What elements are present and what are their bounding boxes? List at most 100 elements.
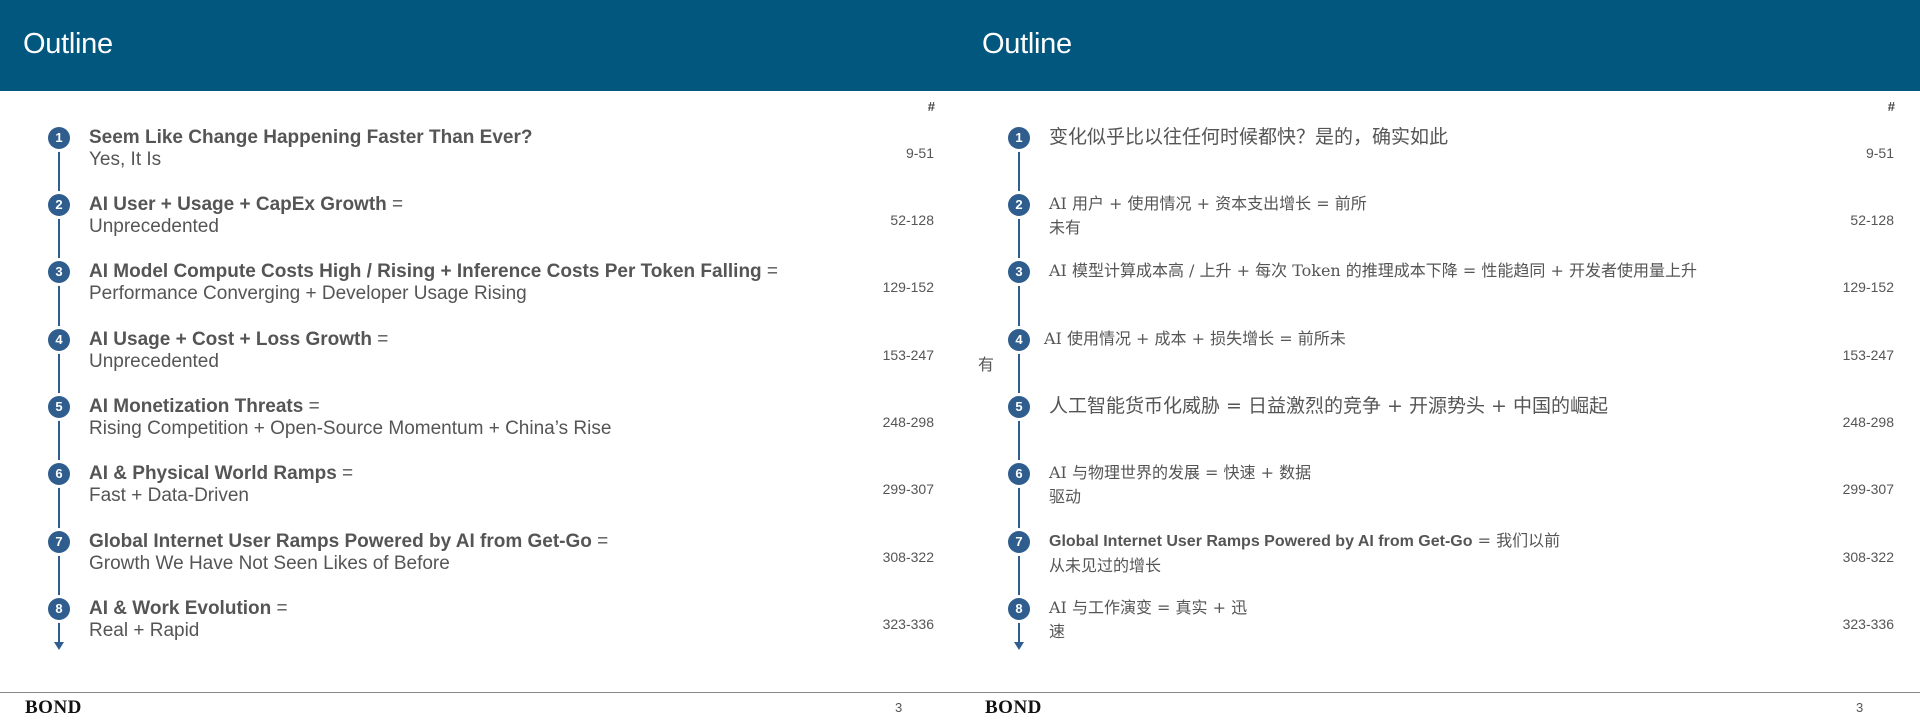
item-subheading: Fast + Data-Driven: [89, 485, 249, 506]
outline-item-8[interactable]: 8 AI & Work Evolution = Real + Rapid 323…: [0, 598, 960, 665]
item-subheading: Unprecedented: [89, 216, 219, 237]
item-subheading: Growth We Have Not Seen Likes of Before: [89, 553, 450, 574]
item-pages: 299-307: [1842, 481, 1894, 497]
item-subheading: Yes, It Is: [89, 149, 162, 170]
item-number-badge: 8: [48, 598, 70, 620]
outline-item-5[interactable]: 5 人工智能货币化威胁 = 日益激烈的竞争 + 开源势头 + 中国的崛起 248…: [960, 394, 1920, 463]
item-heading: Seem Like Change Happening Faster Than E…: [89, 127, 533, 148]
item-number-badge: 6: [1008, 463, 1030, 485]
footer-page-number: 3: [1856, 700, 1864, 715]
item-number-badge: 4: [48, 329, 70, 351]
outline-item-6[interactable]: 6 AI & Physical World Ramps = Fast + Dat…: [0, 463, 960, 530]
slide-title: Outline: [982, 28, 1072, 60]
outline-item-7[interactable]: 7 Global Internet User Ramps Powered by …: [0, 531, 960, 598]
item-number-badge: 1: [48, 127, 70, 149]
footer-divider: [960, 692, 1920, 693]
item-text: AI 与工作演变 = 真实 + 迅 速: [1049, 596, 1789, 644]
item-heading: AI & Work Evolution: [89, 598, 272, 619]
item-pages: 323-336: [882, 616, 934, 632]
item-subheading: 有: [978, 355, 995, 374]
item-pages: 129-152: [1842, 279, 1894, 295]
item-subheading: Rising Competition + Open-Source Momentu…: [89, 418, 612, 439]
footer-page-number: 3: [895, 700, 903, 715]
item-subheading: 未有: [1049, 218, 1082, 237]
item-text: AI User + Usage + CapEx Growth = Unprece…: [89, 194, 829, 238]
item-number-badge: 5: [1008, 396, 1030, 418]
outline-item-2[interactable]: 2 AI 用户 + 使用情况 + 资本支出增长 = 前所 未有 52-128: [960, 194, 1920, 261]
item-number-badge: 7: [1008, 531, 1030, 553]
outline-item-8[interactable]: 8 AI 与工作演变 = 真实 + 迅 速 323-336: [960, 598, 1920, 665]
item-heading: AI Usage + Cost + Loss Growth: [89, 329, 372, 350]
page-column-header: #: [927, 99, 935, 114]
item-number-badge: 7: [48, 531, 70, 553]
item-pages: 323-336: [1842, 616, 1894, 632]
item-pages: 308-322: [882, 549, 934, 565]
outline-item-3[interactable]: 3 AI 模型计算成本高 / 上升 + 每次 Token 的推理成本下降 = 性…: [960, 261, 1920, 328]
item-text: AI & Physical World Ramps = Fast + Data-…: [89, 463, 829, 507]
item-text: AI 与物理世界的发展 = 快速 + 数据 驱动: [1049, 461, 1789, 509]
slide-header: Outline: [960, 0, 1920, 91]
page-column-header: #: [1887, 99, 1895, 114]
footer-logo: BOND: [25, 697, 82, 718]
item-text: AI Model Compute Costs High / Rising + I…: [89, 261, 829, 305]
item-subheading: 从未见过的增长: [1049, 556, 1162, 575]
item-pages: 52-128: [1850, 212, 1894, 228]
item-number-badge: 2: [1008, 194, 1030, 216]
item-heading: AI 模型计算成本高 / 上升 + 每次 Token 的推理成本下降 = 性能趋…: [1049, 261, 1697, 280]
outline-item-3[interactable]: 3 AI Model Compute Costs High / Rising +…: [0, 261, 960, 328]
outline-item-4[interactable]: 4 AI Usage + Cost + Loss Growth = Unprec…: [0, 329, 960, 396]
outline-item-5[interactable]: 5 AI Monetization Threats = Rising Compe…: [0, 396, 960, 463]
item-heading: AI 用户 + 使用情况 + 资本支出增长 = 前所: [1049, 194, 1367, 213]
outline-item-1[interactable]: 1 变化似乎比以往任何时候都快？是的，确实如此 9-51: [960, 125, 1920, 194]
item-heading: AI 与工作演变 = 真实 + 迅: [1049, 598, 1248, 617]
item-subheading: 速: [1049, 622, 1066, 641]
item-heading: Global Internet User Ramps Powered by AI…: [1049, 533, 1473, 550]
item-pages: 9-51: [1865, 145, 1894, 161]
item-text: AI Monetization Threats = Rising Competi…: [89, 396, 829, 440]
slide-header: Outline: [0, 0, 960, 91]
item-number-badge: 2: [48, 194, 70, 216]
item-pages: 52-128: [890, 212, 934, 228]
outline-item-4[interactable]: 4 AI 使用情况 + 成本 + 损失增长 = 前所未 有 153-247: [960, 329, 1920, 396]
item-heading: Global Internet User Ramps Powered by AI…: [89, 531, 592, 552]
item-pages: 129-152: [882, 279, 934, 295]
item-text: 变化似乎比以往任何时候都快？是的，确实如此: [1049, 125, 1789, 149]
item-subheading: Real + Rapid: [89, 620, 200, 641]
outline-item-7[interactable]: 7 Global Internet User Ramps Powered by …: [960, 531, 1920, 598]
item-heading: AI & Physical World Ramps: [89, 463, 337, 484]
item-number-badge: 8: [1008, 598, 1030, 620]
slide-english: Outline # 1 Seem Like Change Happening F…: [0, 0, 960, 720]
item-number-badge: 3: [48, 261, 70, 283]
outline-item-2[interactable]: 2 AI User + Usage + CapEx Growth = Unpre…: [0, 194, 960, 261]
item-pages: 153-247: [882, 347, 934, 363]
item-heading: AI 与物理世界的发展 = 快速 + 数据: [1049, 463, 1312, 482]
outline-item-1[interactable]: 1 Seem Like Change Happening Faster Than…: [0, 127, 960, 194]
item-number-badge: 5: [48, 396, 70, 418]
item-subheading: Unprecedented: [89, 351, 219, 372]
item-number-badge: 6: [48, 463, 70, 485]
item-number-badge: 4: [1008, 329, 1030, 351]
item-heading: AI Model Compute Costs High / Rising + I…: [89, 261, 762, 282]
item-text: Global Internet User Ramps Powered by AI…: [1049, 529, 1789, 578]
item-number-badge: 1: [1008, 127, 1030, 149]
footer-divider: [0, 692, 960, 693]
item-pages: 248-298: [1842, 414, 1894, 430]
item-text: AI 使用情况 + 成本 + 损失增长 = 前所未: [1044, 327, 1784, 351]
outline-item-6[interactable]: 6 AI 与物理世界的发展 = 快速 + 数据 驱动 299-307: [960, 463, 1920, 530]
item-text: Global Internet User Ramps Powered by AI…: [89, 531, 829, 575]
item-text: AI 用户 + 使用情况 + 资本支出增长 = 前所 未有: [1049, 192, 1789, 240]
item-text: 人工智能货币化威胁 = 日益激烈的竞争 + 开源势头 + 中国的崛起: [1049, 394, 1789, 418]
item-pages: 153-247: [1842, 347, 1894, 363]
item-pages: 308-322: [1842, 549, 1894, 565]
item-heading: AI Monetization Threats: [89, 396, 304, 417]
item-pages: 9-51: [905, 145, 934, 161]
item-heading: 人工智能货币化威胁 = 日益激烈的竞争 + 开源势头 + 中国的崛起: [1049, 395, 1608, 417]
item-pages: 248-298: [882, 414, 934, 430]
slide-chinese: Outline # 1 变化似乎比以往任何时候都快？是的，确实如此 9-51 2…: [960, 0, 1920, 720]
item-heading: AI 使用情况 + 成本 + 损失增长 = 前所未: [1044, 329, 1346, 348]
two-slide-view: Outline # 1 Seem Like Change Happening F…: [0, 0, 1920, 720]
item-text: AI Usage + Cost + Loss Growth = Unpreced…: [89, 329, 829, 373]
item-text: AI & Work Evolution = Real + Rapid: [89, 598, 829, 642]
item-heading: AI User + Usage + CapEx Growth: [89, 194, 387, 215]
item-text: AI 模型计算成本高 / 上升 + 每次 Token 的推理成本下降 = 性能趋…: [1049, 259, 1789, 283]
